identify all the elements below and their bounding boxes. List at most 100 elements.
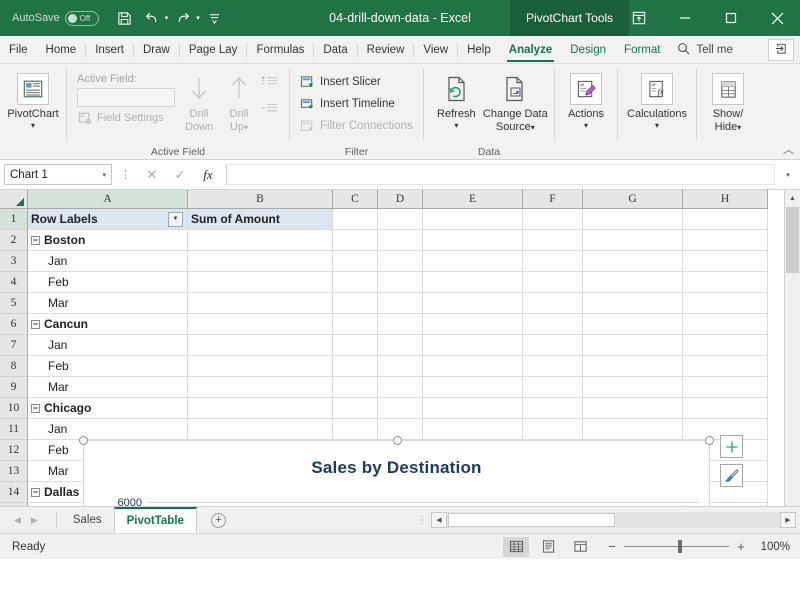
zoom-slider[interactable] (624, 540, 729, 553)
insert-function-icon[interactable]: fx (195, 164, 221, 185)
cell-b11[interactable] (188, 419, 333, 440)
tab-design[interactable]: Design (561, 36, 615, 63)
cell-h7[interactable] (683, 335, 768, 356)
cell-a8[interactable]: Feb (28, 356, 188, 377)
tell-me-search[interactable]: Tell me (669, 36, 740, 63)
change-data-source-button[interactable]: Change Data Source▾ (483, 69, 548, 133)
tab-insert[interactable]: Insert (86, 36, 133, 63)
column-header-c[interactable]: C (333, 190, 378, 209)
drill-up-button[interactable]: Drill Up▾ (219, 69, 259, 133)
cell-d3[interactable] (378, 251, 423, 272)
ribbon-display-options-icon[interactable] (616, 0, 662, 36)
page-layout-view-icon[interactable] (535, 537, 561, 557)
cell-a9[interactable]: Mar (28, 377, 188, 398)
zoom-slider-knob[interactable] (678, 540, 682, 553)
cell-d4[interactable] (378, 272, 423, 293)
undo-dropdown-caret[interactable]: ▾ (165, 14, 169, 22)
cell-g8[interactable] (583, 356, 683, 377)
bar-slot[interactable] (581, 502, 601, 506)
cell-e8[interactable] (423, 356, 523, 377)
cell-c3[interactable] (333, 251, 378, 272)
calculations-caret[interactable]: ▾ (655, 121, 659, 130)
zoom-out-button[interactable]: − (607, 539, 617, 554)
cell-g10[interactable] (583, 398, 683, 419)
bar-slot[interactable] (561, 502, 581, 506)
row-header-13[interactable]: 13 (0, 461, 28, 482)
calculations-button[interactable]: fx Calculations ▾ (624, 69, 690, 130)
cell-e9[interactable] (423, 377, 523, 398)
filter-connections-button[interactable]: Filter Connections (296, 115, 413, 137)
actions-caret[interactable]: ▾ (584, 121, 588, 130)
cell-d7[interactable] (378, 335, 423, 356)
minimize-icon[interactable] (662, 0, 708, 36)
cell-d10[interactable] (378, 398, 423, 419)
cell-a11[interactable]: Jan (28, 419, 188, 440)
name-box[interactable]: Chart 1 ▾ (4, 164, 112, 185)
cell-g3[interactable] (583, 251, 683, 272)
row-header-3[interactable]: 3 (0, 251, 28, 272)
scrollbar-grip[interactable]: ⋮ (417, 515, 427, 526)
cell-e4[interactable] (423, 272, 523, 293)
zoom-level-label[interactable]: 100% (752, 541, 790, 553)
column-header-a[interactable]: A (28, 190, 188, 209)
cell-h9[interactable] (683, 377, 768, 398)
page-break-preview-icon[interactable] (567, 537, 593, 557)
next-sheet-icon[interactable]: ▶ (31, 515, 38, 526)
drill-up-caret[interactable]: ▾ (244, 123, 248, 132)
bar-slot[interactable] (659, 502, 679, 506)
actions-button[interactable]: Actions ▾ (561, 69, 611, 130)
change-data-source-caret[interactable]: ▾ (531, 123, 535, 132)
row-header-5[interactable]: 5 (0, 293, 28, 314)
close-icon[interactable] (754, 0, 800, 36)
cancel-icon[interactable]: ✕ (139, 164, 165, 185)
cell-g9[interactable] (583, 377, 683, 398)
cell-c6[interactable] (333, 314, 378, 335)
cell-e2[interactable] (423, 230, 523, 251)
tab-data[interactable]: Data (314, 36, 356, 63)
collapse-ribbon-button[interactable]: ︿ (783, 141, 794, 157)
cell-g11[interactable] (583, 419, 683, 440)
cell-b3[interactable] (188, 251, 333, 272)
column-header-g[interactable]: G (583, 190, 683, 209)
column-header-e[interactable]: E (423, 190, 523, 209)
tab-file[interactable]: File (0, 36, 37, 63)
field-settings-button[interactable]: Field Settings (77, 110, 175, 126)
collapse-icon[interactable]: − (31, 235, 40, 245)
cell-b1[interactable]: Sum of Amount (188, 209, 333, 230)
cell-b4[interactable] (188, 272, 333, 293)
cell-d2[interactable] (378, 230, 423, 251)
cell-c4[interactable] (333, 272, 378, 293)
resize-handle-top-right[interactable] (705, 436, 714, 445)
bar-slot[interactable] (246, 502, 266, 506)
bar-slot[interactable] (207, 502, 227, 506)
row-header-6[interactable]: 6 (0, 314, 28, 335)
scroll-up-icon[interactable]: ▲ (785, 190, 800, 206)
cell-c11[interactable] (333, 419, 378, 440)
add-sheet-button[interactable]: + (197, 507, 240, 533)
cell-c9[interactable] (333, 377, 378, 398)
drill-down-button[interactable]: Drill Down (179, 69, 219, 133)
row-header-1[interactable]: 1 (0, 209, 28, 230)
tab-help[interactable]: Help (458, 36, 500, 63)
cell-f3[interactable] (523, 251, 583, 272)
cell-c8[interactable] (333, 356, 378, 377)
bar-slot[interactable] (679, 502, 699, 506)
cell-g2[interactable] (583, 230, 683, 251)
resize-handle-top-center[interactable] (393, 436, 402, 445)
cell-f6[interactable] (523, 314, 583, 335)
pivotchart-caret[interactable]: ▾ (31, 121, 35, 130)
bar-slot[interactable] (364, 502, 384, 506)
row-header-4[interactable]: 4 (0, 272, 28, 293)
refresh-button[interactable]: Refresh ▾ (430, 69, 483, 130)
row-header-11[interactable]: 11 (0, 419, 28, 440)
active-field-input[interactable] (77, 88, 175, 107)
cell-h4[interactable] (683, 272, 768, 293)
cell-g4[interactable] (583, 272, 683, 293)
tab-format[interactable]: Format (615, 36, 669, 63)
bar-slot[interactable] (502, 502, 522, 506)
horizontal-scrollbar[interactable]: ◀ ▶ (431, 512, 796, 528)
cell-g7[interactable] (583, 335, 683, 356)
column-header-h[interactable]: H (683, 190, 768, 209)
tab-home[interactable]: Home (37, 36, 86, 63)
bar-slot[interactable] (384, 502, 404, 506)
